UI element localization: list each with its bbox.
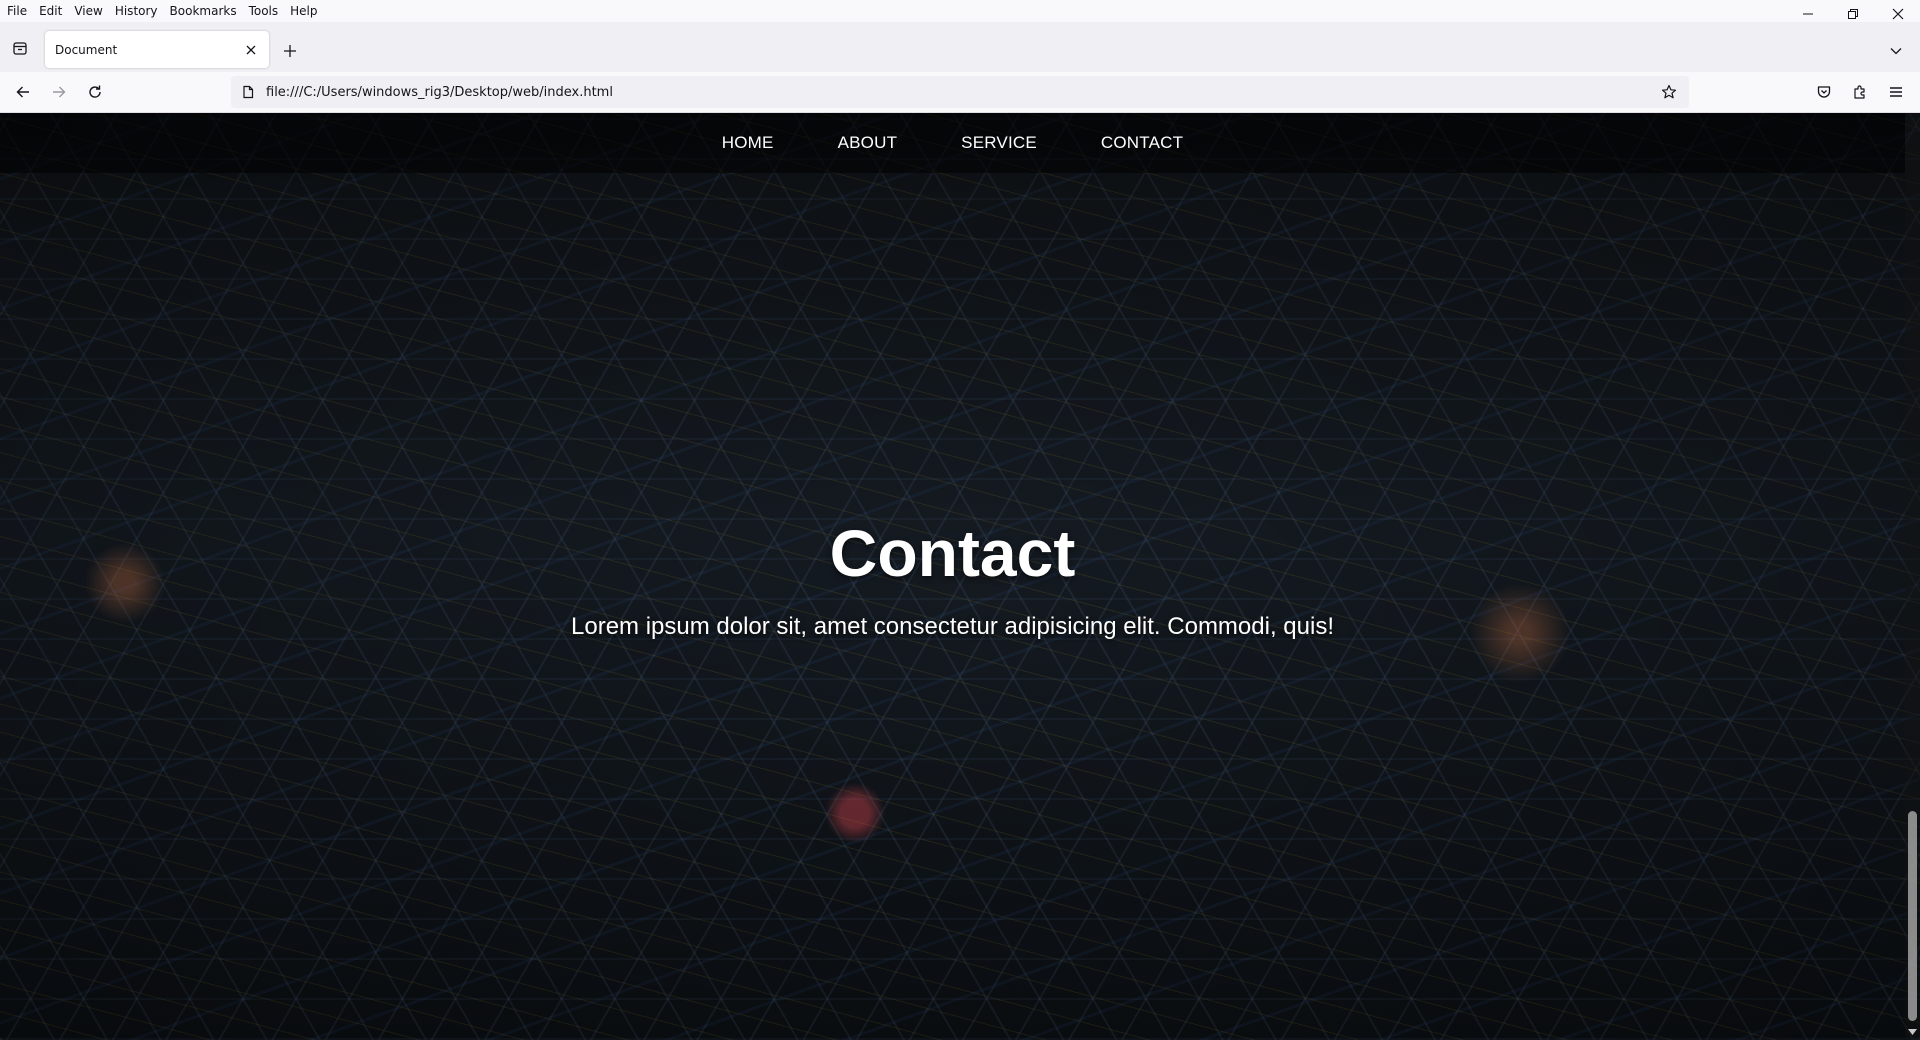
bookmark-button[interactable] (1657, 80, 1681, 104)
list-all-tabs-button[interactable] (1884, 39, 1908, 63)
menu-file[interactable]: File (0, 4, 33, 18)
scroll-down-button[interactable] (1906, 1026, 1919, 1038)
forward-button[interactable] (47, 80, 71, 104)
close-tab-button[interactable] (241, 40, 261, 60)
pocket-icon (1817, 86, 1831, 98)
tab-list-button[interactable] (8, 36, 32, 60)
menu-help[interactable]: Help (284, 4, 323, 18)
pocket-button[interactable] (1812, 80, 1836, 104)
arrow-left-icon (16, 86, 29, 98)
hamburger-icon (1890, 87, 1902, 97)
menu-view[interactable]: View (68, 4, 108, 18)
tab-document[interactable]: Document (45, 31, 269, 68)
tab-list-icon (13, 42, 27, 55)
tab-title: Document (55, 42, 118, 57)
scrollbar-thumb[interactable] (1908, 811, 1917, 1021)
reload-button[interactable] (83, 80, 107, 104)
menu-edit[interactable]: Edit (33, 4, 68, 18)
navigation-toolbar: file:///C:/Users/windows_rig3/Desktop/we… (0, 72, 1920, 113)
site-nav: HOME ABOUT SERVICE CONTACT (0, 113, 1905, 173)
arrow-right-icon (53, 86, 66, 98)
puzzle-icon (1854, 85, 1865, 99)
page-viewport: HOME ABOUT SERVICE CONTACT Contact Lorem… (0, 113, 1920, 1040)
close-window-icon (1892, 8, 1903, 20)
hero-title: Contact (829, 516, 1076, 590)
triangle-down-icon (1908, 1029, 1917, 1035)
nav-contact[interactable]: CONTACT (1101, 133, 1183, 153)
menu-history[interactable]: History (109, 4, 164, 18)
reload-icon (89, 85, 101, 98)
chevron-down-icon (1890, 48, 1902, 55)
close-icon (246, 45, 256, 54)
menu-tools[interactable]: Tools (243, 4, 285, 18)
back-button[interactable] (11, 80, 35, 104)
vertical-scrollbar[interactable] (1905, 113, 1920, 1040)
url-text[interactable]: file:///C:/Users/windows_rig3/Desktop/we… (266, 85, 1657, 100)
star-icon (1661, 84, 1677, 99)
hero-subtitle: Lorem ipsum dolor sit, amet consectetur … (571, 613, 1334, 640)
extensions-button[interactable] (1848, 80, 1872, 104)
hero: Contact Lorem ipsum dolor sit, amet cons… (0, 515, 1905, 641)
menu-button[interactable] (1884, 80, 1908, 104)
url-bar[interactable]: file:///C:/Users/windows_rig3/Desktop/we… (231, 76, 1689, 108)
menu-bookmarks[interactable]: Bookmarks (164, 4, 243, 18)
minimize-icon (1802, 13, 1813, 15)
tab-bar: Document (0, 22, 1920, 72)
new-tab-button[interactable] (278, 39, 302, 63)
menu-bar: File Edit View History Bookmarks Tools H… (0, 0, 1920, 22)
plus-icon (284, 45, 296, 57)
restore-icon (1847, 9, 1858, 19)
nav-home[interactable]: HOME (722, 133, 774, 153)
nav-service[interactable]: SERVICE (961, 133, 1037, 153)
page-icon (240, 84, 256, 100)
nav-about[interactable]: ABOUT (838, 133, 898, 153)
